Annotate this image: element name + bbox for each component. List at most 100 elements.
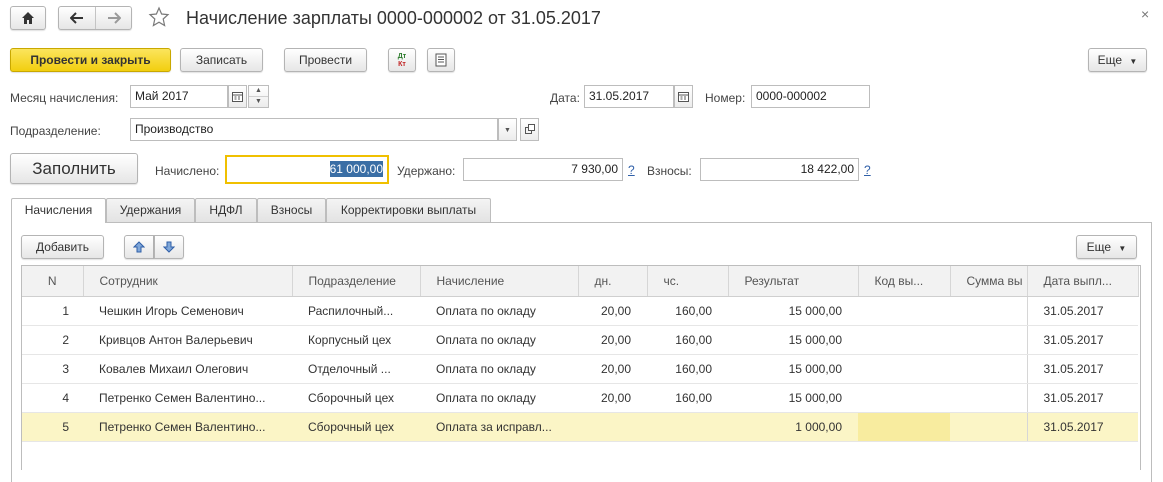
date-picker-button[interactable]	[674, 85, 693, 108]
cell-payment-date[interactable]: 31.05.2017	[1027, 296, 1138, 326]
table-row[interactable]: 1 Чешкин Игорь Семенович Распилочный... …	[22, 296, 1138, 326]
stepper-down-icon[interactable]: ▼	[249, 97, 268, 107]
cell-employee[interactable]: Ковалев Михаил Олегович	[83, 354, 292, 384]
cell-payment-code[interactable]	[858, 325, 950, 355]
cell-employee[interactable]: Кривцов Антон Валерьевич	[83, 325, 292, 355]
nav-back-forward	[58, 6, 132, 30]
cell-result[interactable]: 15 000,00	[728, 354, 858, 384]
post-and-close-button[interactable]: Провести и закрыть	[10, 48, 171, 72]
col-employee[interactable]: Сотрудник	[83, 266, 293, 297]
col-payment-sum[interactable]: Сумма вы	[950, 266, 1028, 297]
cell-department[interactable]: Сборочный цех	[292, 412, 420, 442]
month-field[interactable]: Май 2017	[130, 85, 228, 108]
cell-accrual[interactable]: Оплата по окладу	[420, 383, 578, 413]
month-select-button[interactable]	[228, 85, 247, 108]
table-row[interactable]: 4 Петренко Семен Валентино... Сборочный …	[22, 383, 1138, 413]
save-button[interactable]: Записать	[180, 48, 263, 72]
cell-days[interactable]: 20,00	[578, 354, 647, 384]
cell-hours[interactable]: 160,00	[647, 325, 728, 355]
col-result[interactable]: Результат	[728, 266, 859, 297]
cell-payment-code[interactable]	[858, 354, 950, 384]
cell-hours[interactable]: 160,00	[647, 383, 728, 413]
cell-department[interactable]: Отделочный ...	[292, 354, 420, 384]
number-field[interactable]: 0000-000002	[751, 85, 870, 108]
cell-department[interactable]: Сборочный цех	[292, 383, 420, 413]
table-more-button[interactable]: Еще ▼	[1076, 235, 1137, 259]
withheld-help-link[interactable]: ?	[628, 163, 635, 177]
cell-payment-sum[interactable]	[950, 325, 1028, 355]
dt-kt-button[interactable]: Дт Кт	[388, 48, 416, 72]
cell-payment-code[interactable]	[858, 383, 950, 413]
cell-hours[interactable]	[647, 412, 728, 442]
cell-department[interactable]: Корпусный цех	[292, 325, 420, 355]
dept-field[interactable]: Производство	[130, 118, 498, 141]
table-row-selected[interactable]: 5 Петренко Семен Валентино... Сборочный …	[22, 412, 1138, 442]
table-row[interactable]: 3 Ковалев Михаил Олегович Отделочный ...…	[22, 354, 1138, 384]
stepper-up-icon[interactable]: ▲	[249, 86, 268, 97]
cell-accrual[interactable]: Оплата по окладу	[420, 296, 578, 326]
cell-payment-date[interactable]: 31.05.2017	[1027, 354, 1138, 384]
cell-result[interactable]: 15 000,00	[728, 383, 858, 413]
cell-payment-sum[interactable]	[950, 383, 1028, 413]
contrib-field[interactable]: 18 422,00	[700, 158, 859, 181]
col-days[interactable]: дн.	[578, 266, 648, 297]
move-down-button[interactable]	[154, 235, 184, 259]
cell-days[interactable]: 20,00	[578, 325, 647, 355]
cell-accrual[interactable]: Оплата по окладу	[420, 325, 578, 355]
add-row-button[interactable]: Добавить	[21, 235, 104, 259]
table-row[interactable]: 2 Кривцов Антон Валерьевич Корпусный цех…	[22, 325, 1138, 355]
accrued-field[interactable]: 61 000,00	[225, 155, 389, 184]
forward-arrow-icon[interactable]	[96, 7, 132, 29]
col-n[interactable]: N	[22, 266, 84, 297]
cell-employee[interactable]: Чешкин Игорь Семенович	[83, 296, 292, 326]
move-up-button[interactable]	[124, 235, 154, 259]
home-button[interactable]	[10, 6, 46, 30]
cell-hours[interactable]: 160,00	[647, 354, 728, 384]
dept-open-button[interactable]	[520, 118, 539, 141]
col-department[interactable]: Подразделение	[292, 266, 421, 297]
tab-contributions[interactable]: Взносы	[257, 198, 326, 222]
tab-ndfl[interactable]: НДФЛ	[195, 198, 257, 222]
cell-payment-date[interactable]: 31.05.2017	[1027, 412, 1138, 442]
cell-accrual[interactable]: Оплата за исправл...	[420, 412, 578, 442]
cell-payment-code[interactable]	[858, 412, 950, 442]
favorite-star-icon[interactable]	[148, 6, 172, 30]
cell-payment-date[interactable]: 31.05.2017	[1027, 325, 1138, 355]
dept-dropdown-button[interactable]: ▼	[498, 118, 517, 141]
fill-button[interactable]: Заполнить	[10, 153, 138, 184]
report-button[interactable]	[427, 48, 455, 72]
cell-result[interactable]: 15 000,00	[728, 296, 858, 326]
cell-days[interactable]: 20,00	[578, 383, 647, 413]
cell-employee[interactable]: Петренко Семен Валентино...	[83, 383, 292, 413]
cell-payment-sum[interactable]	[950, 412, 1028, 442]
cell-payment-sum[interactable]	[950, 296, 1028, 326]
tab-accruals[interactable]: Начисления	[11, 198, 106, 223]
accruals-table[interactable]: N Сотрудник Подразделение Начисление дн.…	[21, 265, 1141, 470]
col-payment-date[interactable]: Дата выпл...	[1027, 266, 1139, 297]
cell-payment-date[interactable]: 31.05.2017	[1027, 383, 1138, 413]
withheld-field[interactable]: 7 930,00	[463, 158, 623, 181]
back-arrow-icon[interactable]	[59, 7, 96, 29]
cell-n: 1	[22, 296, 83, 326]
col-hours[interactable]: чс.	[647, 266, 729, 297]
month-stepper[interactable]: ▲ ▼	[248, 85, 269, 108]
cell-result[interactable]: 15 000,00	[728, 325, 858, 355]
cell-employee[interactable]: Петренко Семен Валентино...	[83, 412, 292, 442]
cell-days[interactable]: 20,00	[578, 296, 647, 326]
cell-accrual[interactable]: Оплата по окладу	[420, 354, 578, 384]
cell-hours[interactable]: 160,00	[647, 296, 728, 326]
cell-result[interactable]: 1 000,00	[728, 412, 858, 442]
cell-payment-code[interactable]	[858, 296, 950, 326]
date-field[interactable]: 31.05.2017	[584, 85, 674, 108]
col-payment-code[interactable]: Код вы...	[858, 266, 951, 297]
close-icon[interactable]: ×	[1141, 6, 1149, 22]
cell-days[interactable]	[578, 412, 647, 442]
col-accrual[interactable]: Начисление	[420, 266, 579, 297]
tab-payment-corrections[interactable]: Корректировки выплаты	[326, 198, 491, 222]
cell-payment-sum[interactable]	[950, 354, 1028, 384]
post-button[interactable]: Провести	[284, 48, 367, 72]
cell-department[interactable]: Распилочный...	[292, 296, 420, 326]
more-button[interactable]: Еще ▼	[1088, 48, 1147, 72]
tab-deductions[interactable]: Удержания	[106, 198, 195, 222]
contrib-help-link[interactable]: ?	[864, 163, 871, 177]
